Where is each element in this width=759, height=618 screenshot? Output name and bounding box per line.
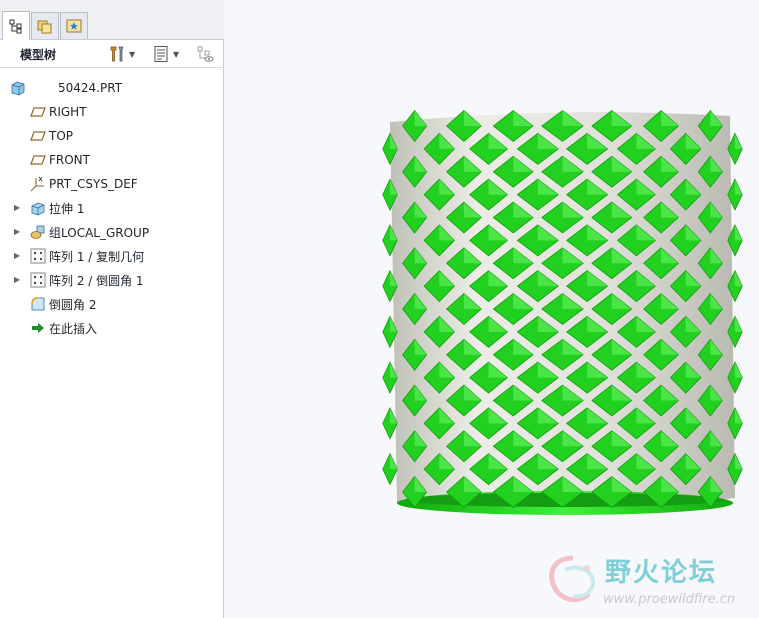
knurl-diamond-highlight: [735, 224, 743, 241]
tree-item-label: RIGHT: [49, 105, 87, 119]
expand-icon[interactable]: ▶: [14, 251, 22, 261]
knurl-diamond-highlight: [735, 407, 743, 424]
tree-item-extrude[interactable]: ▶ 拉伸 1: [0, 196, 224, 220]
tree-item-top[interactable]: TOP: [0, 124, 224, 148]
show-button[interactable]: ▼: [152, 44, 179, 64]
model-tree-panel: 模型树 ▼ ▼ 50424.PRT RIGHT TOP FRONT PRT_CS…: [0, 0, 224, 618]
show-icon: [154, 46, 168, 62]
favorites-icon: [66, 19, 82, 33]
model-tree: 50424.PRT RIGHT TOP FRONT PRT_CSYS_DEF ▶…: [0, 76, 224, 340]
datum-plane-icon: [30, 128, 46, 144]
tree-item-label: 阵列 1 / 复制几何: [49, 249, 145, 264]
show-dropdown-icon[interactable]: ▼: [173, 50, 179, 59]
tree-item-label: FRONT: [49, 153, 90, 167]
watermark: 野火论坛 www.proewildfire.cn: [543, 548, 759, 614]
expand-icon[interactable]: ▶: [14, 227, 22, 237]
tree-item-group[interactable]: ▶ 组LOCAL_GROUP: [0, 220, 224, 244]
expand-icon[interactable]: ▶: [14, 275, 22, 285]
insert-here-icon: [30, 320, 46, 336]
filter-button[interactable]: [196, 44, 214, 64]
knurl-diamond-highlight: [735, 453, 743, 470]
settings-dropdown-icon[interactable]: ▼: [129, 50, 135, 59]
watermark-title: 野火论坛: [605, 558, 718, 588]
group-icon: [30, 224, 46, 240]
favorites-tab[interactable]: [60, 12, 88, 39]
tree-item-label: TOP: [49, 129, 74, 143]
model-tree-title: 模型树: [20, 48, 57, 62]
folder-browser-icon: [37, 20, 52, 34]
extrude-icon: [30, 200, 46, 216]
tree-item-round-2[interactable]: 倒圆角 2: [0, 292, 224, 316]
model-tree-header: 模型树 ▼ ▼: [0, 40, 224, 68]
tree-item-pattern-1[interactable]: ▶ 阵列 1 / 复制几何: [0, 244, 224, 268]
pattern-icon: [30, 248, 46, 264]
knurled-cylinder-model[interactable]: [375, 100, 745, 530]
knurl-diamond-highlight: [735, 270, 743, 287]
tree-item-root[interactable]: 50424.PRT: [0, 76, 224, 100]
knurl-diamond-highlight: [735, 179, 743, 195]
knurl-diamond-highlight: [735, 362, 743, 378]
tree-root-label: 50424.PRT: [58, 81, 123, 95]
tree-item-pattern-2[interactable]: ▶ 阵列 2 / 倒圆角 1: [0, 268, 224, 292]
tree-item-label: PRT_CSYS_DEF: [49, 177, 138, 191]
pattern-icon: [30, 272, 46, 288]
settings-icon: [110, 46, 124, 62]
knurl-diamond-highlight: [735, 133, 743, 149]
folder-browser-tab[interactable]: [31, 12, 59, 39]
tree-item-label: 在此插入: [49, 321, 98, 336]
tree-item-label: 组LOCAL_GROUP: [49, 225, 150, 240]
model-tree-icon: [9, 19, 22, 34]
tree-item-insert-here[interactable]: 在此插入: [0, 316, 224, 340]
settings-button[interactable]: ▼: [108, 44, 135, 64]
tree-item-csys[interactable]: PRT_CSYS_DEF: [0, 172, 224, 196]
tree-item-label: 倒圆角 2: [49, 297, 97, 312]
datum-plane-icon: [30, 104, 46, 120]
watermark-url: www.proewildfire.cn: [603, 592, 736, 607]
tree-item-front[interactable]: FRONT: [0, 148, 224, 172]
knurl-diamond-highlight: [735, 316, 743, 332]
filter-icon: [197, 46, 214, 62]
graphics-viewport[interactable]: 野火论坛 www.proewildfire.cn: [225, 0, 759, 618]
watermark-logo-icon: [549, 555, 596, 603]
round-icon: [30, 296, 46, 312]
datum-plane-icon: [30, 152, 46, 168]
tree-item-label: 阵列 2 / 倒圆角 1: [49, 273, 144, 288]
part-icon: [10, 80, 26, 96]
expand-icon[interactable]: ▶: [14, 203, 22, 213]
tree-item-right[interactable]: RIGHT: [0, 100, 224, 124]
model-tree-tab[interactable]: [2, 11, 30, 40]
tree-item-label: 拉伸 1: [49, 201, 85, 216]
csys-icon: [30, 176, 46, 192]
navigator-tabbar: [0, 0, 224, 40]
